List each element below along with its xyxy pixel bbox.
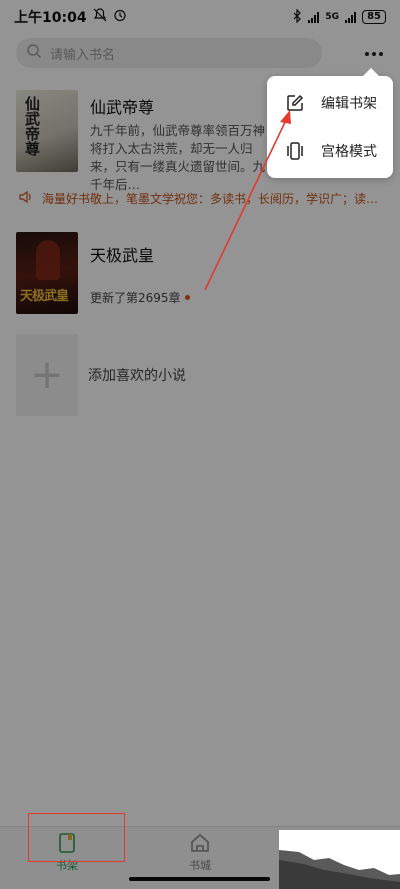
thumbnail-preview xyxy=(279,830,400,889)
annotation-arrow xyxy=(204,110,291,291)
